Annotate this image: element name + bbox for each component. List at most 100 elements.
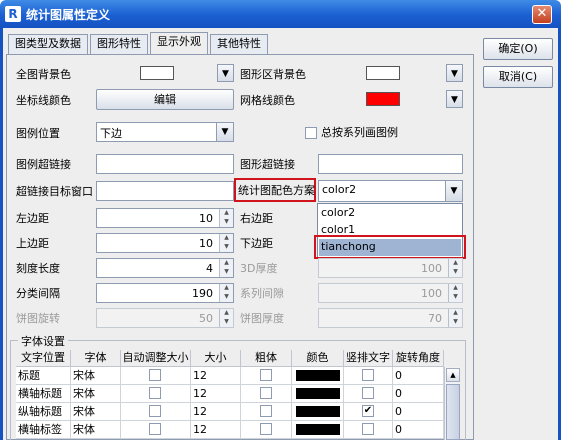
row-size[interactable]: 12 <box>191 421 241 439</box>
spin-down-icon[interactable]: ▼ <box>220 218 233 227</box>
plot-bg-color-combo[interactable]: ▼ <box>320 64 463 84</box>
row-color[interactable] <box>292 403 344 421</box>
spinner-arrows[interactable]: ▲ ▼ <box>219 209 233 227</box>
row-position[interactable]: 横轴标题 <box>16 385 71 403</box>
header-size: 大小 <box>191 350 241 367</box>
spinner-arrows[interactable]: ▲ ▼ <box>219 284 233 302</box>
category-gap-spinner[interactable]: 190 ▲ ▼ <box>96 283 234 303</box>
vertical-checkbox[interactable] <box>362 423 374 435</box>
tab-other[interactable]: 其他特性 <box>210 34 268 54</box>
row-angle[interactable]: 0 <box>393 367 444 385</box>
vertical-checkbox-checked[interactable]: ✔ <box>362 405 374 417</box>
row-vertical <box>344 385 393 403</box>
row-font[interactable]: 宋体 <box>71 385 121 403</box>
spinner-arrows: ▲ ▼ <box>448 259 462 277</box>
bold-checkbox[interactable] <box>260 423 272 435</box>
pie-rotate-value: 50 <box>199 312 213 325</box>
auto-size-checkbox[interactable] <box>149 423 161 435</box>
pie-height-value: 70 <box>428 312 442 325</box>
spin-down-icon[interactable]: ▼ <box>220 293 233 302</box>
tick-length-spinner[interactable]: 4 ▲ ▼ <box>96 258 234 278</box>
grid-color-label: 网格线颜色 <box>240 94 295 107</box>
row-angle[interactable]: 0 <box>393 403 444 421</box>
close-button[interactable]: ✕ <box>532 5 552 24</box>
color-scheme-value: color2 <box>322 183 357 196</box>
spin-up-icon[interactable]: ▲ <box>220 284 233 293</box>
chart-link-input[interactable] <box>318 154 463 174</box>
edit-button[interactable]: 编辑 <box>96 89 234 110</box>
color-swatch <box>296 388 340 399</box>
row-angle[interactable]: 0 <box>393 385 444 403</box>
series-gap-label: 系列间隙 <box>240 287 284 300</box>
row-bold <box>241 421 292 439</box>
spin-up-icon[interactable]: ▲ <box>220 259 233 268</box>
depth-3d-spinner: 100 ▲ ▼ <box>318 258 463 278</box>
top-margin-value: 10 <box>199 237 213 250</box>
row-bold <box>241 367 292 385</box>
tab-appearance[interactable]: 显示外观 <box>150 32 208 55</box>
spinner-arrows: ▲ ▼ <box>448 284 462 302</box>
tab-graph-features[interactable]: 图形特性 <box>90 34 148 54</box>
auto-size-checkbox[interactable] <box>149 405 161 417</box>
row-font[interactable]: 宋体 <box>71 367 121 385</box>
row-auto-size <box>121 385 191 403</box>
depth-3d-value: 100 <box>421 262 442 275</box>
row-vertical: ✔ <box>344 403 393 421</box>
spin-down-icon[interactable]: ▼ <box>220 268 233 277</box>
top-margin-spinner[interactable]: 10 ▲ ▼ <box>96 233 234 253</box>
spinner-arrows[interactable]: ▲ ▼ <box>219 234 233 252</box>
pie-height-spinner: 70 ▲ ▼ <box>318 308 463 328</box>
header-text-position: 文字位置 <box>16 350 71 367</box>
bold-checkbox[interactable] <box>260 369 272 381</box>
row-font[interactable]: 宋体 <box>71 421 121 439</box>
row-color[interactable] <box>292 421 344 439</box>
color-scheme-combo[interactable]: color2 ▼ <box>318 180 463 202</box>
axis-color-label: 坐标线颜色 <box>16 94 71 107</box>
row-position[interactable]: 横轴标签 <box>16 421 71 439</box>
series-gap-value: 100 <box>421 287 442 300</box>
row-angle[interactable]: 0 <box>393 421 444 439</box>
spin-up-icon[interactable]: ▲ <box>220 234 233 243</box>
left-margin-spinner[interactable]: 10 ▲ ▼ <box>96 208 234 228</box>
chevron-down-icon: ▼ <box>217 64 234 82</box>
color-scheme-label: 统计图配色方案 <box>238 184 315 197</box>
tab-chart-type[interactable]: 图类型及数据 <box>8 34 88 54</box>
color-scheme-option[interactable]: color2 <box>319 205 461 222</box>
row-color[interactable] <box>292 367 344 385</box>
auto-size-checkbox[interactable] <box>149 369 161 381</box>
color-swatch <box>296 370 340 381</box>
spinner-arrows[interactable]: ▲ ▼ <box>219 259 233 277</box>
auto-size-checkbox[interactable] <box>149 387 161 399</box>
legend-by-series-checkbox[interactable] <box>305 127 317 139</box>
row-font[interactable]: 宋体 <box>71 403 121 421</box>
bold-checkbox[interactable] <box>260 405 272 417</box>
legend-link-input[interactable] <box>96 154 234 174</box>
link-target-input[interactable] <box>96 181 234 201</box>
cancel-button-label: 取消(C) <box>498 70 538 83</box>
cancel-button[interactable]: 取消(C) <box>483 66 553 88</box>
vertical-checkbox[interactable] <box>362 387 374 399</box>
row-size[interactable]: 12 <box>191 367 241 385</box>
row-size[interactable]: 12 <box>191 385 241 403</box>
spin-down-icon[interactable]: ▼ <box>220 243 233 252</box>
legend-position-combo[interactable]: 下边 ▼ <box>96 122 234 142</box>
row-position[interactable]: 标题 <box>16 367 71 385</box>
row-size[interactable]: 12 <box>191 403 241 421</box>
row-color[interactable] <box>292 385 344 403</box>
spin-up-icon: ▲ <box>453 259 458 266</box>
row-position[interactable]: 纵轴标题 <box>16 403 71 421</box>
vertical-checkbox[interactable] <box>362 369 374 381</box>
bg-color-combo[interactable]: ▼ <box>96 64 234 84</box>
table-scrollbar[interactable]: ▲ <box>444 367 460 440</box>
scroll-thumb[interactable] <box>446 384 460 440</box>
row-vertical <box>344 367 393 385</box>
bold-checkbox[interactable] <box>260 387 272 399</box>
spin-up-icon[interactable]: ▲ <box>220 209 233 218</box>
scroll-up-icon[interactable]: ▲ <box>446 368 460 382</box>
spinner-arrows: ▲ ▼ <box>219 309 233 327</box>
ok-button[interactable]: 确定(O) <box>483 38 553 60</box>
spin-down-icon: ▼ <box>224 318 229 325</box>
row-bold <box>241 403 292 421</box>
spin-down-icon: ▼ <box>453 268 458 275</box>
grid-color-combo[interactable]: ▼ <box>320 90 463 110</box>
